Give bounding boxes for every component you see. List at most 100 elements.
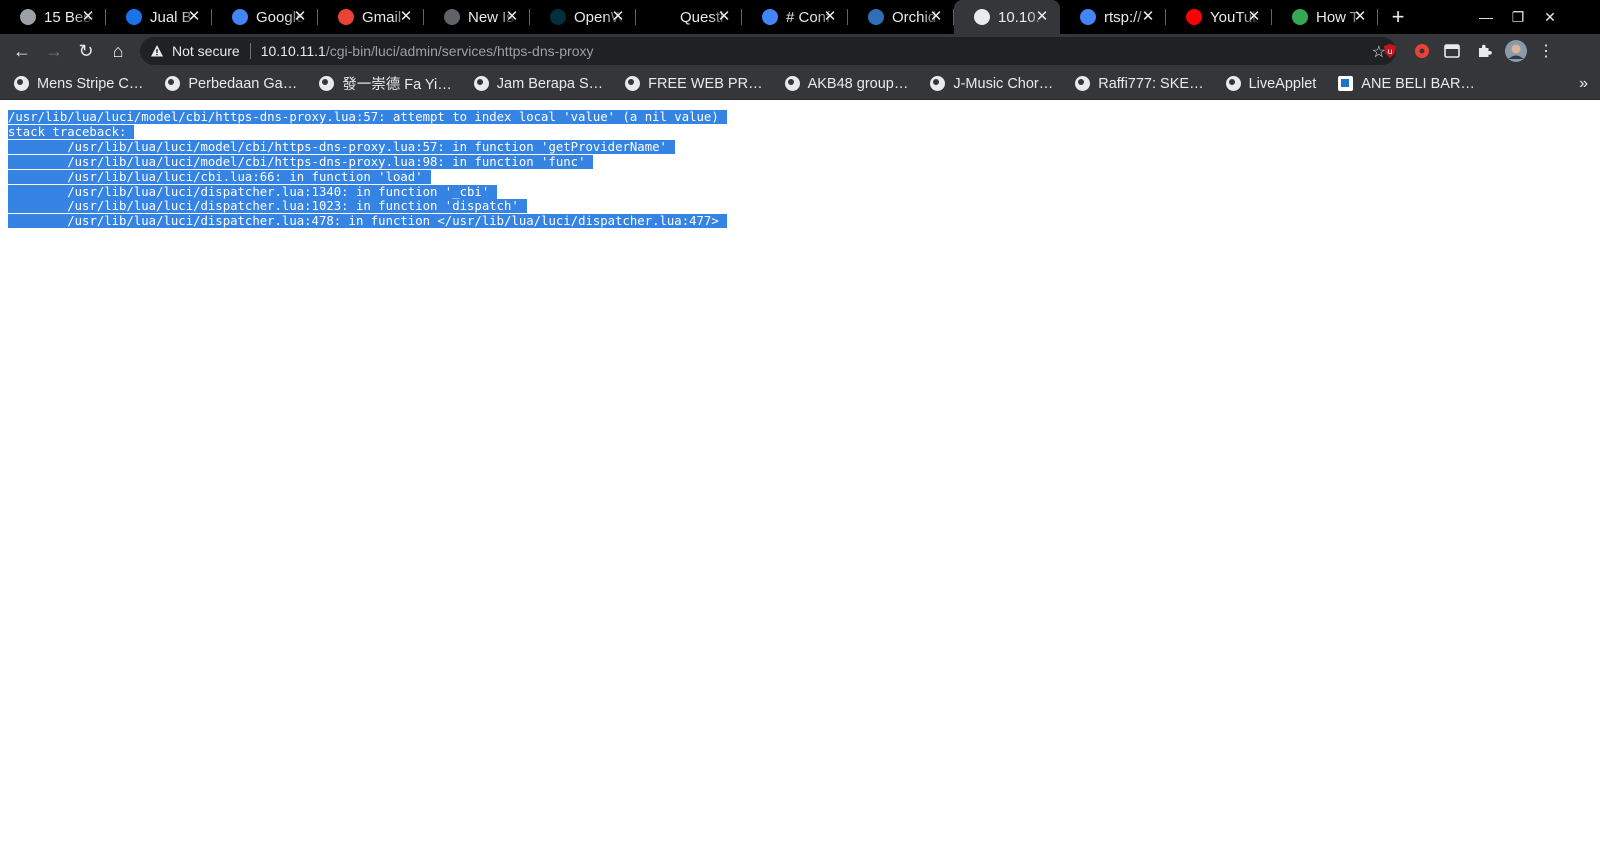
error-traceback: /usr/lib/lua/luci/model/cbi/https-dns-pr…	[8, 110, 727, 229]
back-button[interactable]: ←	[6, 36, 38, 66]
forward-button[interactable]: →	[38, 36, 70, 66]
traceback-line: /usr/lib/lua/luci/dispatcher.lua:1340: i…	[8, 184, 727, 200]
tab[interactable]: Questi ✕	[636, 0, 742, 34]
globe-icon	[784, 76, 800, 91]
tab-close-icon[interactable]: ✕	[504, 8, 520, 24]
minimize-button[interactable]: —	[1470, 0, 1502, 34]
reload-button[interactable]: ↻	[70, 36, 102, 66]
tab[interactable]: rtsp://✕	[1060, 0, 1166, 34]
bookmark-item[interactable]: J-Music Chor…	[916, 70, 1061, 98]
traceback-text: /usr/lib/lua/luci/cbi.lua:66: in functio…	[8, 169, 431, 184]
bookmark-label: LiveApplet	[1248, 75, 1317, 92]
traceback-line: /usr/lib/lua/luci/model/cbi/https-dns-pr…	[8, 154, 727, 170]
bookmark-label: Raffi777: SKE…	[1098, 75, 1204, 92]
cast-icon[interactable]	[1438, 38, 1466, 64]
tab-close-icon[interactable]: ✕	[1352, 8, 1368, 24]
bookmark-label: FREE WEB PR…	[648, 75, 763, 92]
tab[interactable]: Jual B ✕	[106, 0, 212, 34]
favicon-icon	[762, 9, 778, 25]
avatar[interactable]	[1502, 38, 1530, 64]
tab-close-icon[interactable]: ✕	[186, 8, 202, 24]
menu-icon[interactable]: ⋮	[1532, 38, 1560, 64]
bookmark-label: Perbedaan Ga…	[188, 75, 298, 92]
bookmark-item[interactable]: Raffi777: SKE…	[1061, 70, 1211, 98]
bookmark-item[interactable]: Perbedaan Ga…	[151, 70, 305, 98]
tab-close-icon[interactable]: ✕	[1140, 8, 1156, 24]
bookmark-label: AKB48 group…	[807, 75, 909, 92]
traceback-line: /usr/lib/lua/luci/dispatcher.lua:478: in…	[8, 214, 727, 229]
favicon-icon	[1292, 9, 1308, 25]
bookmark-item[interactable]: 發一崇德 Fa Yi…	[305, 70, 460, 98]
traceback-text: /usr/lib/lua/luci/dispatcher.lua:1023: i…	[8, 199, 527, 214]
bookmark-item[interactable]: LiveApplet	[1212, 70, 1325, 98]
k-logo-icon	[1338, 76, 1354, 91]
favicon-icon	[1080, 9, 1096, 25]
favicon-icon	[1186, 9, 1202, 25]
ublock-icon[interactable]: u	[1376, 38, 1404, 64]
warning-icon[interactable]	[150, 44, 164, 58]
page-content: /usr/lib/lua/luci/model/cbi/https-dns-pr…	[0, 101, 1600, 854]
bookmark-item[interactable]: Mens Stripe C…	[0, 70, 151, 98]
favicon-icon	[20, 9, 36, 25]
globe-icon	[165, 76, 181, 91]
bookmark-item[interactable]: AKB48 group…	[771, 70, 917, 98]
favicon-icon	[550, 9, 566, 25]
restore-button[interactable]: ❐	[1502, 0, 1534, 34]
tab-close-icon[interactable]: ✕	[80, 8, 96, 24]
tab[interactable]: 15 Best ✕	[0, 0, 106, 34]
omnibox-divider	[249, 43, 251, 59]
tab[interactable]: OpenW ✕	[530, 0, 636, 34]
tab-close-icon[interactable]: ✕	[928, 8, 944, 24]
favicon-icon	[974, 9, 990, 25]
traceback-line: /usr/lib/lua/luci/dispatcher.lua:1023: i…	[8, 199, 727, 214]
tab-close-icon[interactable]: ✕	[1034, 8, 1050, 24]
record-icon[interactable]	[1408, 38, 1436, 64]
globe-icon	[625, 76, 641, 91]
close-window-button[interactable]: ✕	[1534, 0, 1566, 34]
bookmarks-overflow-button[interactable]: »	[1579, 68, 1588, 100]
traceback-text: /usr/lib/lua/luci/model/cbi/https-dns-pr…	[8, 154, 594, 169]
globe-icon	[319, 76, 335, 91]
bookmarks-bar: Mens Stripe C… Perbedaan Ga… 發一崇德 Fa Yi… Ja…	[0, 68, 1600, 100]
tab[interactable]: Gmail ✕	[318, 0, 424, 34]
bookmark-item[interactable]: Jam Berapa S…	[460, 70, 611, 98]
favicon-icon	[444, 9, 460, 25]
globe-icon	[930, 76, 946, 91]
bookmark-label: ANE BELI BAR…	[1361, 75, 1475, 92]
tab-close-icon[interactable]: ✕	[292, 8, 308, 24]
tab-close-icon[interactable]: ✕	[398, 8, 414, 24]
favicon-icon	[126, 9, 142, 25]
address-bar[interactable]: Not secure 10.10.11.1/cgi-bin/luci/admin…	[140, 37, 1396, 65]
home-button[interactable]: ⌂	[102, 36, 134, 66]
globe-icon	[473, 76, 489, 91]
traceback-line: stack traceback:	[8, 124, 727, 140]
url-path: /cgi-bin/luci/admin/services/https-dns-p…	[325, 43, 594, 59]
new-tab-button[interactable]: +	[1378, 0, 1418, 34]
tab[interactable]: YouTub ✕	[1166, 0, 1272, 34]
globe-icon	[1225, 76, 1241, 91]
traceback-line: /usr/lib/lua/luci/model/cbi/https-dns-pr…	[8, 139, 727, 155]
tab[interactable]: 10.10. ✕	[954, 0, 1060, 34]
tab-close-icon[interactable]: ✕	[822, 8, 838, 24]
puzzle-icon[interactable]	[1470, 38, 1498, 64]
bookmark-item[interactable]: ANE BELI BAR…	[1324, 70, 1483, 98]
bookmark-label: 發一崇德 Fa Yi…	[342, 77, 452, 93]
security-label[interactable]: Not secure	[172, 43, 240, 59]
traceback-text: /usr/lib/lua/luci/dispatcher.lua:478: in…	[8, 214, 727, 229]
traceback-text: /usr/lib/lua/luci/model/cbi/https-dns-pr…	[8, 139, 675, 154]
tab[interactable]: Orchid ✕	[848, 0, 954, 34]
favicon-icon	[656, 9, 672, 25]
tab[interactable]: How T ✕	[1272, 0, 1378, 34]
tab[interactable]: # Conf ✕	[742, 0, 848, 34]
globe-icon	[14, 76, 29, 91]
tab-separator	[1377, 9, 1378, 25]
tab[interactable]: Google ✕	[212, 0, 318, 34]
bookmark-item[interactable]: FREE WEB PR…	[611, 70, 770, 98]
tab-close-icon[interactable]: ✕	[610, 8, 626, 24]
traceback-text: /usr/lib/lua/luci/dispatcher.lua:1340: i…	[8, 184, 498, 199]
tab[interactable]: New Is ✕	[424, 0, 530, 34]
tab-close-icon[interactable]: ✕	[1246, 8, 1262, 24]
traceback-text: stack traceback:	[8, 124, 135, 139]
tab-close-icon[interactable]: ✕	[716, 8, 732, 24]
browser-toolbar: ← → ↻ ⌂ Not secure 10.10.11.1/cgi-bin/lu…	[0, 34, 1600, 68]
